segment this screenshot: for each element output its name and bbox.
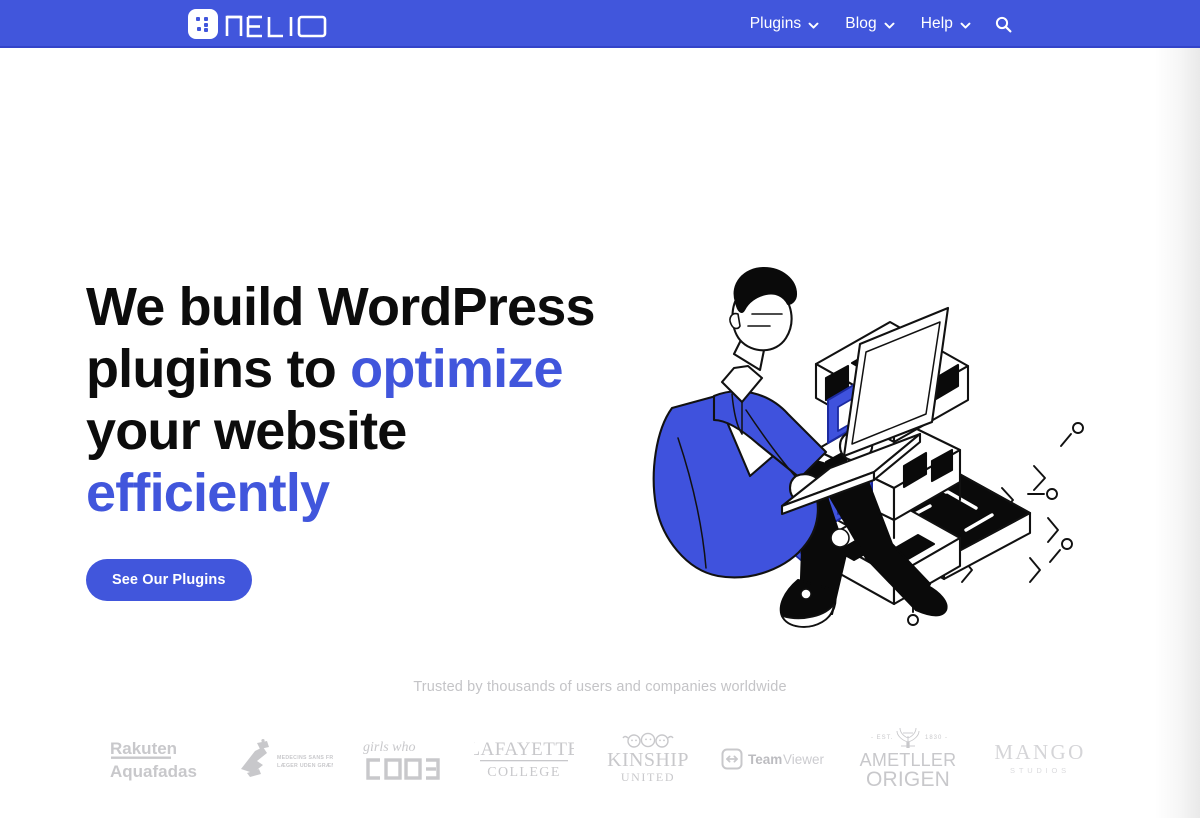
primary-nav: Plugins Blog Help bbox=[737, 0, 1018, 48]
hero-illustration bbox=[630, 238, 1110, 638]
svg-text:COLLEGE: COLLEGE bbox=[487, 765, 561, 780]
kinship-united-logo: KINSHIP UNITED bbox=[602, 732, 694, 786]
nav-label-plugins: Plugins bbox=[749, 15, 802, 32]
svg-text:Team: Team bbox=[748, 752, 782, 767]
nav-item-help[interactable]: Help bbox=[908, 0, 984, 48]
nav-item-blog[interactable]: Blog bbox=[832, 0, 907, 48]
svg-text:Viewer: Viewer bbox=[783, 752, 825, 767]
svg-text:ORIGEN: ORIGEN bbox=[866, 768, 950, 790]
nav-label-help: Help bbox=[920, 15, 953, 32]
svg-text:LAFAYETTE: LAFAYETTE bbox=[474, 739, 574, 760]
chevron-down-icon bbox=[884, 20, 895, 31]
svg-text:girls who: girls who bbox=[363, 740, 416, 755]
header-bottom-border bbox=[0, 46, 1200, 48]
svg-text:- EST.: - EST. bbox=[871, 735, 893, 741]
rakuten-aquafadas-logo: Rakuten Aquafadas bbox=[110, 735, 206, 783]
search-icon[interactable] bbox=[988, 0, 1018, 48]
medecins-sans-frontieres-logo: MEDECINS SANS FRONTIERES LÆGER UDEN GRÆN… bbox=[233, 739, 333, 779]
svg-text:AMETLLER: AMETLLER bbox=[859, 750, 956, 770]
nelio-dots-logo-icon bbox=[188, 9, 218, 39]
chevron-down-icon bbox=[808, 20, 819, 31]
svg-text:MEDECINS SANS FRONTIERES: MEDECINS SANS FRONTIERES bbox=[277, 755, 333, 761]
chevron-down-icon bbox=[960, 20, 971, 31]
svg-text:Aquafadas: Aquafadas bbox=[110, 762, 197, 781]
headline-line-3: your website bbox=[86, 401, 407, 461]
nav-label-blog: Blog bbox=[845, 15, 877, 32]
svg-text:MANGO: MANGO bbox=[994, 740, 1085, 764]
svg-text:UNITED: UNITED bbox=[621, 770, 675, 784]
nav-item-plugins[interactable]: Plugins bbox=[737, 0, 833, 48]
headline-line-4-accent: efficiently bbox=[86, 463, 330, 523]
brand-wordmark bbox=[225, 11, 329, 38]
svg-text:1830 -: 1830 - bbox=[925, 735, 948, 741]
ametller-origen-logo: - EST. 1830 - AMETLLER ORIGEN bbox=[853, 728, 963, 790]
site-header: NELIO Plugins Blog He bbox=[0, 0, 1200, 48]
girls-who-code-logo: girls who bbox=[361, 736, 447, 782]
see-our-plugins-button[interactable]: See Our Plugins bbox=[86, 559, 252, 601]
svg-text:LÆGER UDEN GRÆNSER: LÆGER UDEN GRÆNSER bbox=[277, 763, 333, 769]
page-title: We build WordPress plugins to optimize y… bbox=[86, 276, 646, 524]
lafayette-college-logo: LAFAYETTE COLLEGE bbox=[474, 737, 574, 781]
trusted-caption: Trusted by thousands of users and compan… bbox=[413, 679, 787, 695]
page-root: NELIO Plugins Blog He bbox=[0, 0, 1200, 818]
mango-studios-logo: MANGO STUDIOS bbox=[990, 740, 1090, 778]
headline-line-2-accent: optimize bbox=[350, 339, 563, 399]
svg-text:KINSHIP: KINSHIP bbox=[607, 749, 689, 771]
teamviewer-logo: Team Viewer bbox=[721, 745, 825, 773]
brand-logo-link[interactable]: NELIO bbox=[188, 5, 329, 43]
hero-section: We build WordPress plugins to optimize y… bbox=[0, 48, 1200, 668]
client-logo-strip: Rakuten Aquafadas MEDECINS SANS FRONTIER… bbox=[110, 716, 1090, 802]
svg-text:Rakuten: Rakuten bbox=[110, 739, 177, 758]
headline-line-1: We build WordPress bbox=[86, 277, 596, 337]
headline-line-2-plain: plugins to bbox=[86, 339, 351, 399]
svg-text:STUDIOS: STUDIOS bbox=[1010, 766, 1070, 775]
